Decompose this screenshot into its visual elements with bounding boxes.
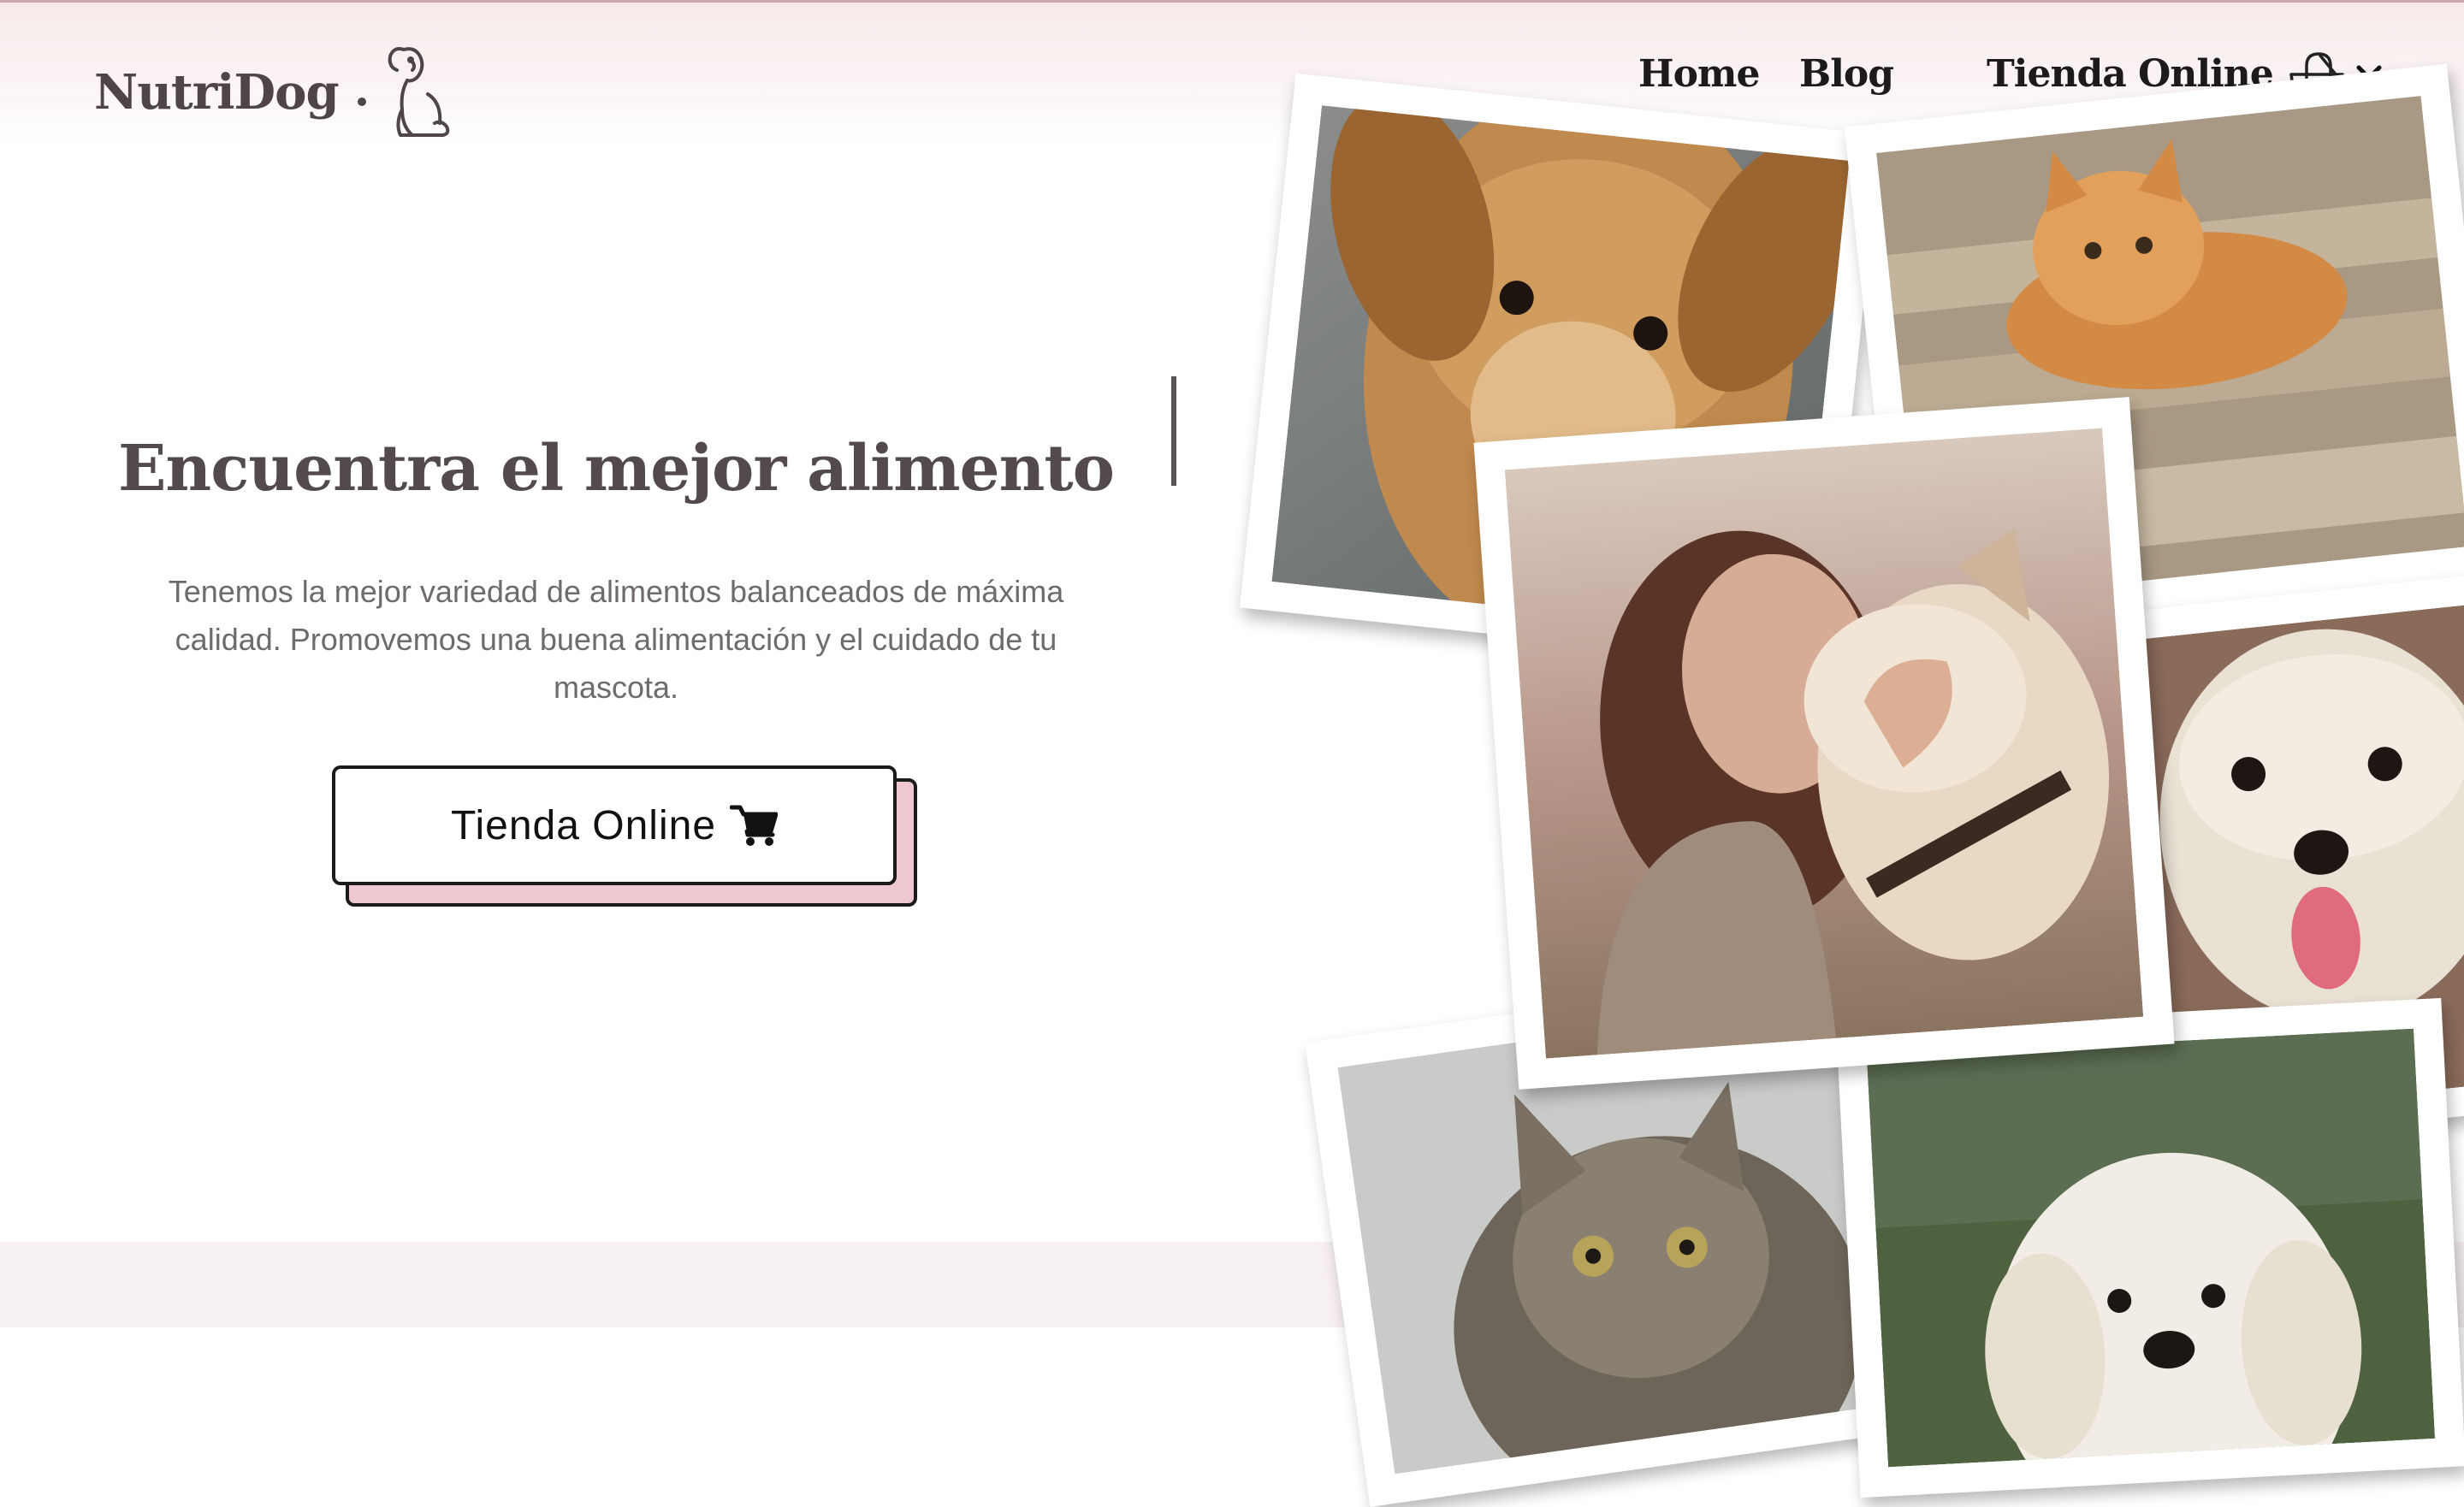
brand-logo[interactable]: NutriDog <box>94 37 455 148</box>
photo-woman-with-dog <box>1473 397 2175 1090</box>
hero-description: Tenemos la mejor variedad de alimentos b… <box>168 574 1064 705</box>
brand-name: NutriDog <box>94 64 340 121</box>
hero-title: Encuentra el mejor alimento <box>118 431 1115 505</box>
shopping-cart-icon <box>730 805 779 846</box>
photo-white-retriever-puppy <box>1836 997 2464 1498</box>
nav-blog[interactable]: Blog <box>1799 52 1894 96</box>
cta-label: Tienda Online <box>450 802 717 848</box>
logo-dot <box>357 98 366 106</box>
tienda-online-button[interactable]: Tienda Online <box>332 765 897 885</box>
typing-caret <box>1171 376 1176 486</box>
nav-home[interactable]: Home <box>1638 52 1760 96</box>
sitting-dog-icon <box>388 47 449 137</box>
